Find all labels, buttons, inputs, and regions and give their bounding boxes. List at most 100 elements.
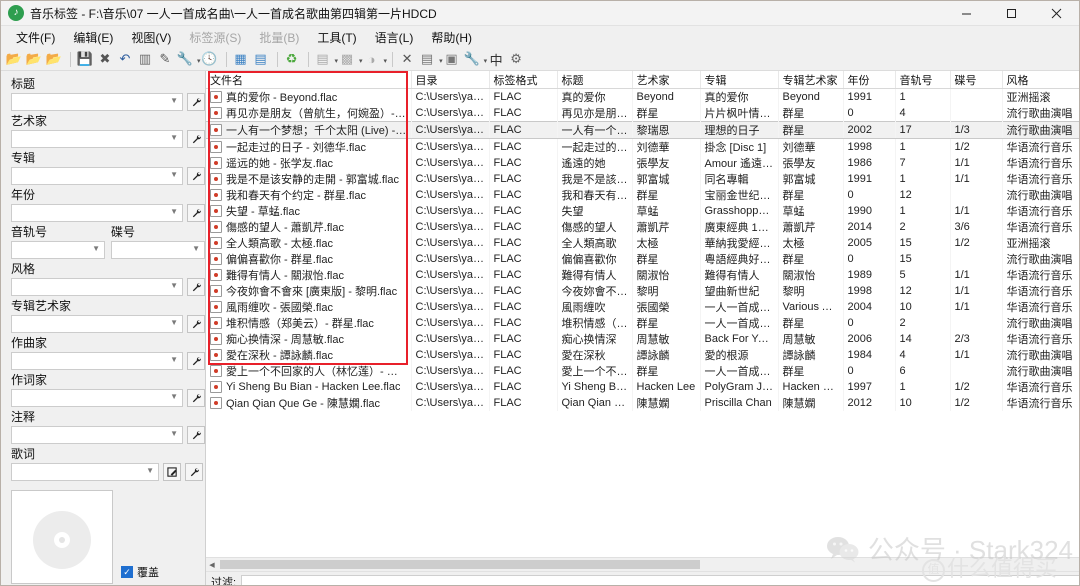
chinese-convert-icon[interactable]: 中 xyxy=(487,50,505,68)
disc-number-input[interactable]: ▼ xyxy=(111,241,205,259)
audio-file-icon xyxy=(210,397,222,409)
settings-gear-icon[interactable]: ⚙ xyxy=(507,50,525,68)
tag-icon[interactable]: ◑ xyxy=(363,50,381,68)
lyrics-edit-button[interactable] xyxy=(163,463,181,481)
table-row[interactable]: 真的爱你 - Beyond.flac C:\Users\yaoh... FLAC 真的… xyxy=(206,88,1079,105)
column-header-0[interactable]: 文件名 xyxy=(206,71,412,89)
table-row[interactable]: 再见亦是朋友（曾航生，何婉盈）- 群星.flac C:\Users\yaoh...… xyxy=(206,105,1079,122)
grid-view-icon[interactable]: ▦ xyxy=(232,50,250,68)
clipboard-icon[interactable]: ▤ xyxy=(418,50,436,68)
maximize-button[interactable] xyxy=(989,1,1034,25)
chevron-down-icon[interactable]: ▾ xyxy=(384,57,388,65)
field-input-风格[interactable]: ▼ xyxy=(11,278,183,296)
track-number-input[interactable]: ▼ xyxy=(11,241,105,259)
wrench-icon[interactable]: 🔧 xyxy=(176,50,194,68)
history-icon[interactable]: 🕓 xyxy=(201,50,219,68)
table-row[interactable]: 堆积情感（郑美云）- 群星.flac C:\Users\yaoh... FLAC 堆积… xyxy=(206,315,1079,331)
edit-pencil-icon[interactable]: ✎ xyxy=(156,50,174,68)
menu-item-1[interactable]: 编辑(E) xyxy=(64,26,122,49)
cell-dir: C:\Users\yaoh... xyxy=(411,105,490,122)
column-header-4[interactable]: 艺术家 xyxy=(632,71,701,89)
field-tools-button[interactable] xyxy=(187,389,205,407)
table-row[interactable]: 一起走过的日子 - 刘德华.flac C:\Users\yaoh... FLAC 一起… xyxy=(206,138,1079,155)
menu-item-0[interactable]: 文件(F) xyxy=(7,26,64,49)
lyrics-tools-button[interactable] xyxy=(185,463,203,481)
wrench2-icon[interactable]: 🔧 xyxy=(463,50,481,68)
table-row[interactable]: Qian Qian Que Ge - 陳慧嫻.flac C:\Users\yaoh… xyxy=(206,395,1079,411)
table-row[interactable]: 一人有一个梦想；千个太阳 (Live) - 黎瑞恩.flac C:\Users\y… xyxy=(206,121,1079,139)
field-input-专辑艺术家[interactable]: ▼ xyxy=(11,315,183,333)
table-row[interactable]: 偏偏喜歡你 - 群星.flac C:\Users\yaoh... FLAC 偏偏喜歡你… xyxy=(206,251,1079,267)
field-tools-button[interactable] xyxy=(187,167,205,185)
column-header-2[interactable]: 标签格式 xyxy=(489,71,558,89)
cell-artist: 張國榮 xyxy=(632,299,701,315)
copy-tags-icon[interactable]: ▣ xyxy=(443,50,461,68)
refresh-icon[interactable]: ♻ xyxy=(283,50,301,68)
table-row[interactable]: 痴心换情深 - 周慧敏.flac C:\Users\yaoh... FLAC 痴心换情… xyxy=(206,331,1079,347)
delete-icon[interactable]: ✖ xyxy=(96,50,114,68)
field-input-专辑[interactable]: ▼ xyxy=(11,167,183,185)
field-input-标题[interactable]: ▼ xyxy=(11,93,183,111)
column-header-8[interactable]: 音轨号 xyxy=(895,71,951,89)
menu-item-2[interactable]: 视图(V) xyxy=(122,26,180,49)
field-tools-button[interactable] xyxy=(187,278,205,296)
chevron-down-icon: ▼ xyxy=(170,318,178,327)
field-input-艺术家[interactable]: ▼ xyxy=(11,130,183,148)
menu-item-6[interactable]: 语言(L) xyxy=(366,26,423,49)
table-row[interactable]: 難得有情人 - 關淑怡.flac C:\Users\yaoh... FLAC 難得有情… xyxy=(206,267,1079,283)
table-row[interactable]: 風雨缠吹 - 張國榮.flac C:\Users\yaoh... FLAC 風雨缠吹張… xyxy=(206,299,1079,315)
field-input-注释[interactable]: ▼ xyxy=(11,426,183,444)
table-row[interactable]: 我和春天有个约定 - 群星.flac C:\Users\yaoh... FLAC 我和… xyxy=(206,187,1079,203)
menu-item-5[interactable]: 工具(T) xyxy=(308,26,365,49)
scrollbar-thumb[interactable] xyxy=(220,560,700,569)
table-icon[interactable]: ▩ xyxy=(338,50,356,68)
open-folder-icon[interactable]: 📂 xyxy=(5,50,23,68)
field-tools-button[interactable] xyxy=(187,315,205,333)
table-row[interactable]: 今夜妳會不會來 [廣東版] - 黎明.flac C:\Users\yaoh... F… xyxy=(206,283,1079,299)
column-header-5[interactable]: 专辑 xyxy=(700,71,779,89)
field-tools-button[interactable] xyxy=(187,204,205,222)
column-header-3[interactable]: 标题 xyxy=(557,71,633,89)
overwrite-checkbox[interactable]: ✓ xyxy=(121,566,133,578)
lyrics-input[interactable]: ▼ xyxy=(11,463,159,481)
overwrite-checkbox-row[interactable]: ✓ 覆盖 xyxy=(121,564,159,584)
open-folder-copy-icon[interactable]: 📂 xyxy=(45,50,63,68)
field-tools-button[interactable] xyxy=(187,426,205,444)
column-header-6[interactable]: 专辑艺术家 xyxy=(778,71,844,89)
table-row[interactable]: 遥远的她 - 张学友.flac C:\Users\yaoh... FLAC 遙遠的她張… xyxy=(206,155,1079,171)
undo-icon[interactable]: ↶ xyxy=(116,50,134,68)
tools-icon[interactable]: ✕ xyxy=(398,50,416,68)
close-button[interactable] xyxy=(1034,1,1079,25)
table-row[interactable]: 我是不是该安静的走開 - 郭富城.flac C:\Users\yaoh... FLA… xyxy=(206,171,1079,187)
field-tools-button[interactable] xyxy=(187,352,205,370)
field-input-作曲家[interactable]: ▼ xyxy=(11,352,183,370)
column-header-10[interactable]: 风格 xyxy=(1002,71,1079,89)
export-icon[interactable]: ▤ xyxy=(314,50,332,68)
field-input-作词家[interactable]: ▼ xyxy=(11,389,183,407)
field-tools-button[interactable] xyxy=(187,130,205,148)
horizontal-scrollbar[interactable]: ◀ ▶ xyxy=(206,557,1079,571)
table-row[interactable]: 全人類高歌 - 太極.flac C:\Users\yaoh... FLAC 全人類高歌… xyxy=(206,235,1079,251)
scroll-left-button[interactable]: ◀ xyxy=(206,559,218,571)
table-row[interactable]: 傷感的望人 - 蕭凱芹.flac C:\Users\yaoh... FLAC 傷感的望… xyxy=(206,219,1079,235)
list-view-icon[interactable]: ▤ xyxy=(252,50,270,68)
column-header-9[interactable]: 碟号 xyxy=(950,71,1003,89)
cell-format: FLAC xyxy=(489,395,558,411)
menu-item-7[interactable]: 帮助(H) xyxy=(422,26,481,49)
field-tools-button[interactable] xyxy=(187,93,205,111)
save-icon[interactable]: 💾 xyxy=(76,50,94,68)
book-icon[interactable]: ▥ xyxy=(136,50,154,68)
filter-input[interactable] xyxy=(241,574,1079,585)
column-header-1[interactable]: 目录 xyxy=(411,71,490,89)
album-art-placeholder[interactable] xyxy=(11,490,113,584)
table-row[interactable]: 愛在深秋 - 譚詠麟.flac C:\Users\yaoh... FLAC 愛在深秋譚… xyxy=(206,347,1079,363)
column-header-7[interactable]: 年份 xyxy=(843,71,896,89)
minimize-button[interactable] xyxy=(944,1,989,25)
file-list-scroll[interactable]: 文件名 目录 标签格式 标题 艺术家 专辑 专辑艺术家 年份 音轨号 碟号 风格 真的爱你 - Be… xyxy=(206,71,1079,557)
table-row[interactable]: 失望 - 草蜢.flac C:\Users\yaoh... FLAC 失望 草蜢 Gras… xyxy=(206,203,1079,219)
table-row[interactable]: 愛上一个不回家的人（林忆莲）- 群星.flac C:\Users\yaoh...F… xyxy=(206,363,1079,379)
open-folder-add-icon[interactable]: 📂 xyxy=(25,50,43,68)
table-row[interactable]: Yi Sheng Bu Bian - Hacken Lee.flac C:\Use… xyxy=(206,379,1079,395)
cell-album: 片片枫叶情（... xyxy=(700,105,779,122)
field-input-年份[interactable]: ▼ xyxy=(11,204,183,222)
